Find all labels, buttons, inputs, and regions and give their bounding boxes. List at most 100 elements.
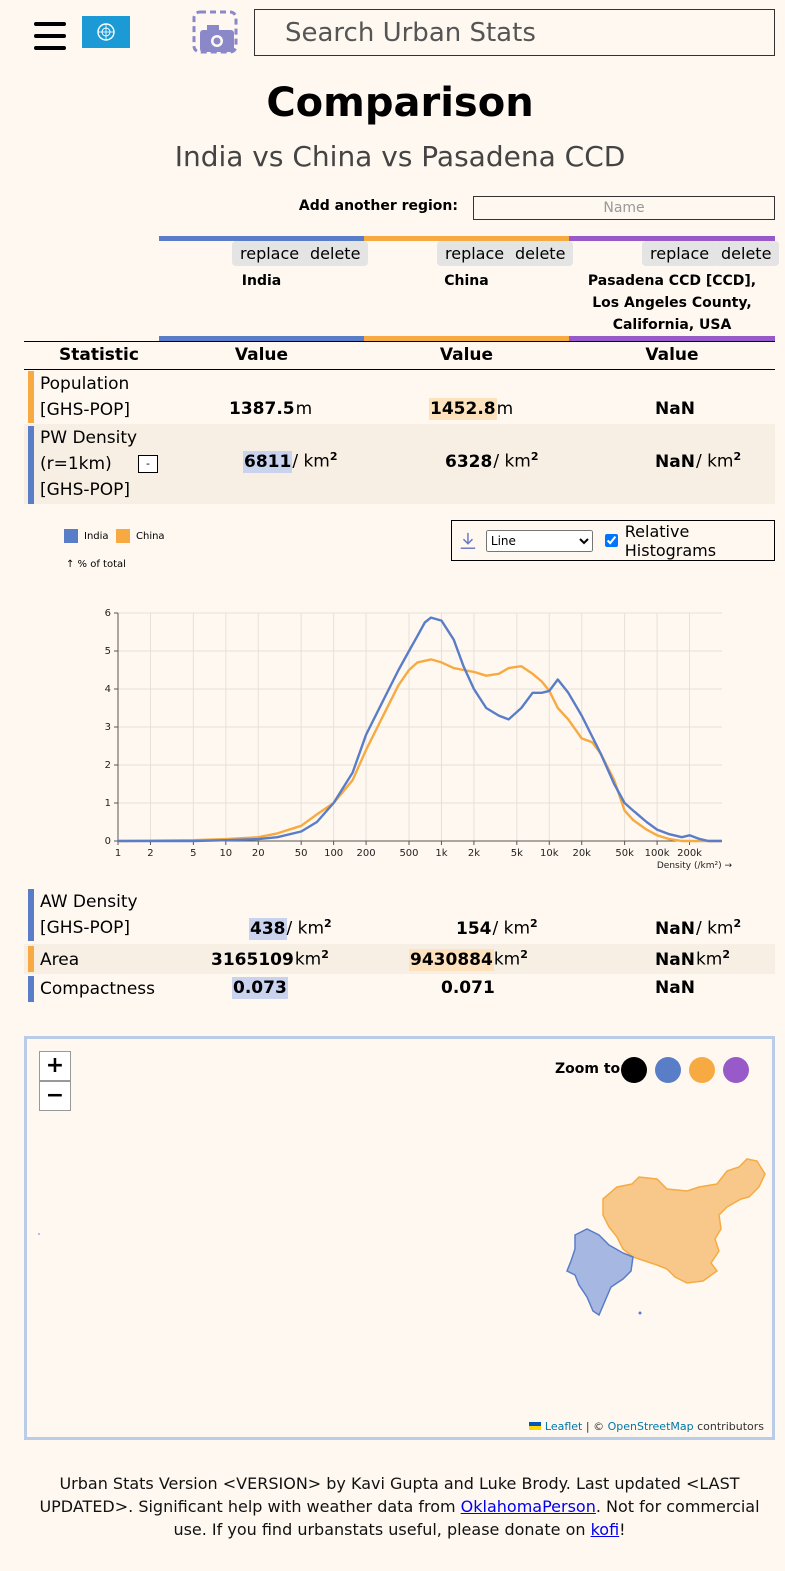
row-color-bar	[28, 889, 34, 941]
series-line-china	[117, 658, 722, 843]
x-tick-label: 2k	[468, 848, 480, 859]
stat-name-pw-density[interactable]: PW Density (r=1km) [GHS-POP]	[40, 425, 140, 503]
table-divider	[24, 369, 775, 370]
x-tick-label: 20	[252, 848, 265, 859]
table-row-pw-density: PW Density (r=1km) [GHS-POP] - 6811/ km2…	[24, 424, 775, 504]
value-pasadena-population: NaN	[655, 399, 695, 419]
legend-label-china: China	[136, 531, 165, 542]
density-histogram-chart: 01234561 2 5 10 20 50 100 200 500 1k 2k 5k 10k 20k 50k…	[105, 608, 733, 871]
map[interactable]: + − Zoom to: Leaflet | © OpenStreetMap c…	[24, 1036, 775, 1440]
stat-name-population[interactable]: Population [GHS-POP]	[40, 371, 160, 423]
screenshot-camera-icon[interactable]	[192, 10, 238, 54]
replace-button-china[interactable]: replace	[437, 241, 513, 266]
x-tick-label: 10	[219, 848, 232, 859]
delete-button-pasadena[interactable]: delete	[713, 241, 780, 266]
value-pasadena-aw-density: NaN/ km2	[655, 917, 742, 939]
map-attribution: Leaflet | © OpenStreetMap contributors	[529, 1420, 764, 1433]
chart-type-select[interactable]: Line	[485, 529, 593, 552]
value-china-area: 9430884km2	[409, 948, 528, 971]
legend-label-india: India	[84, 531, 109, 542]
download-icon[interactable]	[458, 530, 478, 552]
x-tick-label: 200k	[677, 848, 702, 859]
y-tick-label: 6	[105, 608, 111, 619]
legend-swatch-china	[116, 529, 130, 543]
region-name-india[interactable]: India	[164, 270, 359, 292]
x-tick-label: 50k	[615, 848, 634, 859]
header-value-india: Value	[234, 345, 289, 365]
x-tick-label: 5k	[511, 848, 523, 859]
replace-button-india[interactable]: replace	[232, 241, 308, 266]
leaflet-link[interactable]: Leaflet	[545, 1420, 582, 1433]
chart-controls: Line Relative Histograms	[451, 520, 775, 561]
un-emblem-icon	[97, 23, 115, 41]
header-value-pasadena: Value	[645, 345, 699, 365]
header-statistic: Statistic	[59, 345, 139, 365]
x-tick-label: 100	[324, 848, 343, 859]
region-name-china[interactable]: China	[369, 270, 564, 292]
x-tick-label: 500	[399, 848, 418, 859]
table-row-population: Population [GHS-POP] 1387.5m 1452.8m NaN	[24, 371, 775, 423]
un-flag-icon[interactable]	[82, 16, 130, 48]
value-pasadena-area: NaNkm2	[655, 948, 730, 970]
x-tick-label: 2	[147, 848, 153, 859]
row-color-bar	[28, 371, 34, 423]
x-tick-label: 1k	[435, 848, 447, 859]
table-divider	[24, 341, 775, 342]
value-india-pw-density: 6811/ km2	[243, 450, 338, 473]
value-pasadena-pw-density: NaN/ km2	[655, 450, 742, 472]
row-color-bar	[28, 946, 34, 972]
x-tick-label: 20k	[572, 848, 591, 859]
add-region-input[interactable]: Name	[473, 196, 775, 220]
oklahomaperson-link[interactable]: OklahomaPerson	[461, 1497, 596, 1516]
kofi-link[interactable]: kofi	[591, 1520, 620, 1539]
y-tick-label: 0	[105, 836, 111, 847]
value-china-aw-density: 154/ km2	[456, 917, 538, 939]
x-tick-label: 10k	[540, 848, 559, 859]
y-tick-label: 3	[105, 722, 111, 733]
table-row-aw-density: AW Density [GHS-POP] 438/ km2 154/ km2 N…	[24, 889, 775, 941]
map-regions	[38, 1158, 766, 1317]
stat-name-area[interactable]: Area	[40, 947, 160, 973]
value-india-aw-density: 438/ km2	[249, 917, 332, 940]
chart-y-axis-label: ↑ % of total	[66, 559, 126, 570]
y-tick-label: 4	[105, 684, 111, 695]
value-pasadena-compactness: NaN	[655, 978, 695, 998]
x-axis-label: Density (/km²) →	[657, 861, 733, 871]
delete-button-india[interactable]: delete	[302, 241, 369, 266]
expand-histogram-button[interactable]: -	[138, 455, 158, 473]
stat-name-aw-density[interactable]: AW Density [GHS-POP]	[40, 889, 160, 941]
relative-histograms-checkbox[interactable]	[604, 534, 618, 547]
row-color-bar	[28, 976, 34, 1002]
header-value-china: Value	[439, 345, 494, 365]
osm-link[interactable]: OpenStreetMap	[608, 1420, 694, 1433]
x-tick-label: 100k	[645, 848, 670, 859]
pasadena-region-shape[interactable]	[38, 1233, 40, 1235]
y-tick-label: 2	[105, 760, 111, 771]
region-name-pasadena[interactable]: Pasadena CCD [CCD], Los Angeles County, …	[574, 270, 770, 336]
legend-swatch-india	[64, 529, 78, 543]
row-color-bar	[28, 426, 34, 504]
stat-name-compactness[interactable]: Compactness	[40, 976, 180, 1002]
ukraine-flag-icon	[529, 1422, 542, 1430]
andaman-islands-shape	[638, 1311, 642, 1315]
y-tick-label: 1	[105, 798, 111, 809]
x-tick-label: 1	[115, 848, 121, 859]
search-input[interactable]: Search Urban Stats	[254, 9, 775, 56]
add-region-label: Add another region:	[298, 198, 458, 214]
replace-button-pasadena[interactable]: replace	[642, 241, 718, 266]
footer: Urban Stats Version <VERSION> by Kavi Gu…	[39, 1474, 760, 1539]
value-india-area: 3165109km2	[211, 948, 329, 970]
value-china-population: 1452.8m	[429, 398, 514, 420]
page-subtitle: India vs China vs Pasadena CCD	[174, 140, 626, 173]
value-india-compactness: 0.073	[232, 977, 288, 999]
x-tick-label: 200	[357, 848, 376, 859]
relative-histograms-toggle[interactable]: Relative Histograms	[601, 522, 768, 560]
delete-button-china[interactable]: delete	[507, 241, 574, 266]
table-row-compactness: Compactness 0.073 0.071 NaN	[24, 976, 775, 1004]
table-row-area: Area 3165109km2 9430884km2 NaNkm2	[24, 944, 775, 974]
menu-icon[interactable]	[34, 22, 66, 50]
value-china-compactness: 0.071	[441, 978, 495, 998]
relative-histograms-label: Relative Histograms	[624, 521, 717, 560]
x-tick-label: 50	[295, 848, 308, 859]
value-india-population: 1387.5m	[229, 399, 313, 419]
